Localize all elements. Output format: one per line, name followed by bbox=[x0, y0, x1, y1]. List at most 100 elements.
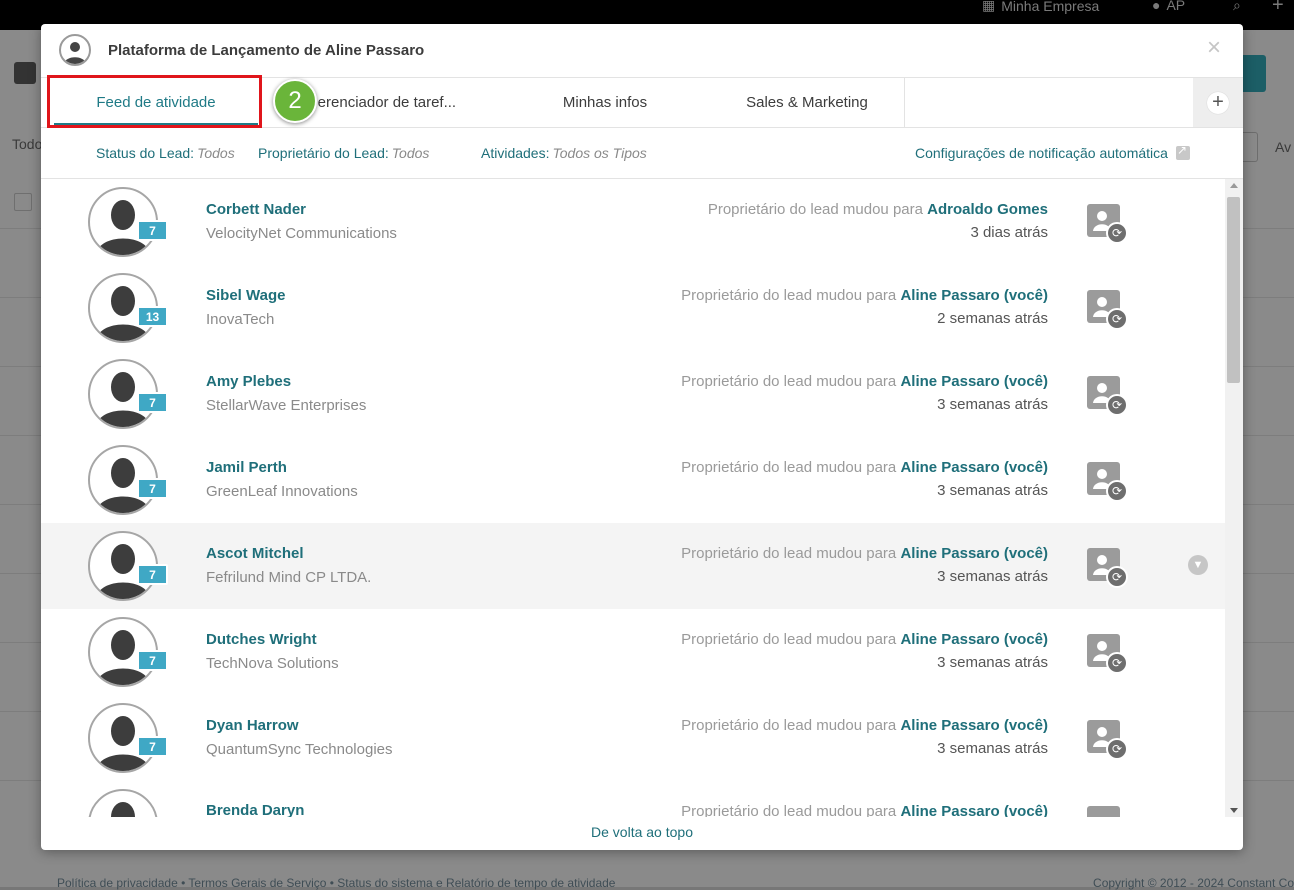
owner-link[interactable]: Aline Passaro (você) bbox=[900, 287, 1048, 304]
activity-count-badge: 7 bbox=[137, 564, 168, 585]
modal-title: Plataforma de Lançamento de Aline Passar… bbox=[108, 42, 425, 59]
owner-link[interactable]: Aline Passaro (você) bbox=[900, 373, 1048, 390]
company-menu[interactable]: ▦ Minha Empresa bbox=[982, 0, 1099, 14]
feed-item[interactable]: 7 Corbett Nader VelocityNet Communicatio… bbox=[41, 179, 1225, 265]
owner-change-icon: ⟳ bbox=[1087, 290, 1128, 330]
tab-sales-marketing[interactable]: Sales & Marketing bbox=[727, 78, 887, 127]
activity-text: Proprietário do lead mudou para bbox=[681, 717, 897, 734]
lead-company: Fefrilund Mind CP LTDA. bbox=[206, 569, 372, 586]
feed-item[interactable]: Brenda Daryn Proprietário do lead mudou … bbox=[41, 781, 1225, 817]
tab-task-manager[interactable]: Gerenciador de taref... bbox=[306, 78, 476, 127]
tab-my-info[interactable]: Minhas infos bbox=[525, 78, 685, 127]
lead-name-link[interactable]: Amy Plebes bbox=[206, 373, 291, 390]
back-to-top-link[interactable]: De volta ao topo bbox=[41, 824, 1243, 840]
filter-lead-status[interactable]: Status do Lead: Todos bbox=[96, 145, 235, 161]
footer-copyright: Copyright © 2012 - 2024 Constant Co bbox=[1093, 876, 1294, 890]
user-initials: AP bbox=[1166, 0, 1186, 13]
owner-link[interactable]: Adroaldo Gomes bbox=[927, 201, 1048, 218]
app-footer: Política de privacidade • Termos Gerais … bbox=[0, 870, 1294, 890]
scroll-up-arrow-icon[interactable] bbox=[1230, 183, 1238, 188]
lead-name-link[interactable]: Dyan Harrow bbox=[206, 717, 299, 734]
activity-text: Proprietário do lead mudou para bbox=[707, 201, 923, 218]
feed-item[interactable]: 7 Jamil Perth GreenLeaf Innovations Prop… bbox=[41, 437, 1225, 523]
activity-text: Proprietário do lead mudou para bbox=[681, 287, 897, 304]
scroll-thumb[interactable] bbox=[1227, 197, 1240, 383]
user-avatar-icon bbox=[59, 34, 91, 66]
notification-settings-label: Configurações de notificação automática bbox=[915, 145, 1168, 161]
activity-time: 2 semanas atrás bbox=[937, 310, 1048, 327]
activity-time: 3 semanas atrás bbox=[937, 568, 1048, 585]
owner-link[interactable]: Aline Passaro (você) bbox=[900, 803, 1048, 817]
bg-select-all-checkbox[interactable] bbox=[14, 193, 32, 211]
owner-link[interactable]: Aline Passaro (você) bbox=[900, 717, 1048, 734]
owner-link[interactable]: Aline Passaro (você) bbox=[900, 631, 1048, 648]
filter-key: Atividades: bbox=[481, 145, 550, 161]
activity-time: 3 dias atrás bbox=[970, 224, 1048, 241]
filter-value: Todos bbox=[391, 145, 430, 161]
activity-feed-list: 7 Corbett Nader VelocityNet Communicatio… bbox=[41, 179, 1225, 817]
activity-text: Proprietário do lead mudou para bbox=[681, 459, 897, 476]
filter-lead-owner[interactable]: Proprietário do Lead: Todos bbox=[258, 145, 429, 161]
filter-value: Todos bbox=[197, 145, 235, 161]
feed-item[interactable]: 7 Dutches Wright TechNova Solutions Prop… bbox=[41, 609, 1225, 695]
lead-name-link[interactable]: Jamil Perth bbox=[206, 459, 287, 476]
sync-icon: ⟳ bbox=[1106, 308, 1128, 330]
external-link-icon bbox=[1175, 143, 1190, 160]
close-icon[interactable]: × bbox=[1207, 36, 1221, 60]
tutorial-highlight-box bbox=[47, 75, 262, 128]
activity-time: 3 semanas atrás bbox=[937, 396, 1048, 413]
feed-scrollbar[interactable] bbox=[1225, 179, 1243, 817]
search-icon[interactable]: ⌕ bbox=[1233, 0, 1241, 14]
filter-activities[interactable]: Atividades: Todos os Tipos bbox=[481, 145, 647, 161]
lead-name-link[interactable]: Ascot Mitchel bbox=[206, 545, 304, 562]
activity-text: Proprietário do lead mudou para bbox=[681, 803, 897, 817]
filter-key: Status do Lead: bbox=[96, 145, 195, 161]
feed-item[interactable]: 7 Dyan Harrow QuantumSync Technologies P… bbox=[41, 695, 1225, 781]
lead-company: GreenLeaf Innovations bbox=[206, 483, 358, 500]
launchpad-modal: Plataforma de Lançamento de Aline Passar… bbox=[41, 24, 1243, 850]
lead-name-link[interactable]: Brenda Daryn bbox=[206, 802, 304, 817]
activity-count-badge: 7 bbox=[137, 392, 168, 413]
feed-item[interactable]: 13 Sibel Wage InovaTech Proprietário do … bbox=[41, 265, 1225, 351]
filter-key: Proprietário do Lead: bbox=[258, 145, 389, 161]
company-label: Minha Empresa bbox=[1001, 0, 1100, 14]
owner-change-icon: ⟳ bbox=[1087, 720, 1128, 760]
bg-input[interactable] bbox=[1243, 132, 1258, 162]
lead-name-link[interactable]: Dutches Wright bbox=[206, 631, 317, 648]
lead-name-link[interactable]: Corbett Nader bbox=[206, 201, 306, 218]
step-number-badge: 2 bbox=[273, 79, 317, 123]
sync-icon: ⟳ bbox=[1106, 480, 1128, 502]
activity-message: Proprietário do lead mudou para Aline Pa… bbox=[681, 717, 1048, 734]
add-tab-button[interactable]: + bbox=[1193, 78, 1243, 127]
lead-avatar bbox=[88, 789, 158, 817]
feed-item[interactable]: 7 Amy Plebes StellarWave Enterprises Pro… bbox=[41, 351, 1225, 437]
sync-icon: ⟳ bbox=[1106, 222, 1128, 244]
owner-change-icon: ⟳ bbox=[1087, 634, 1128, 674]
activity-count-badge: 7 bbox=[137, 220, 168, 241]
sync-icon: ⟳ bbox=[1106, 738, 1128, 760]
sync-icon: ⟳ bbox=[1106, 566, 1128, 588]
scroll-down-arrow-icon[interactable] bbox=[1230, 808, 1238, 813]
owner-link[interactable]: Aline Passaro (você) bbox=[900, 545, 1048, 562]
building-icon: ▦ bbox=[982, 0, 996, 13]
lead-company: VelocityNet Communications bbox=[206, 225, 397, 242]
owner-link[interactable]: Aline Passaro (você) bbox=[900, 459, 1048, 476]
tab-divider bbox=[904, 78, 905, 127]
activity-count-badge: 7 bbox=[137, 478, 168, 499]
contact-card-icon bbox=[14, 62, 36, 84]
activity-count-badge: 13 bbox=[137, 306, 168, 327]
footer-links[interactable]: Política de privacidade • Termos Gerais … bbox=[57, 876, 615, 890]
activity-message: Proprietário do lead mudou para Aline Pa… bbox=[681, 545, 1048, 562]
lead-name-link[interactable]: Sibel Wage bbox=[206, 287, 285, 304]
notification-settings-link[interactable]: Configurações de notificação automática bbox=[915, 143, 1190, 161]
feed-item[interactable]: 7 Ascot Mitchel Fefrilund Mind CP LTDA. … bbox=[41, 523, 1225, 609]
owner-change-icon: ⟳ bbox=[1087, 376, 1128, 416]
lead-company: TechNova Solutions bbox=[206, 655, 339, 672]
activity-message: Proprietário do lead mudou para Aline Pa… bbox=[681, 287, 1048, 304]
activity-message: Proprietário do lead mudou para Aline Pa… bbox=[681, 459, 1048, 476]
user-menu[interactable]: ● AP bbox=[1152, 0, 1185, 13]
plus-icon[interactable]: + bbox=[1272, 0, 1284, 17]
sync-icon: ⟳ bbox=[1106, 394, 1128, 416]
pin-icon[interactable]: ▼ bbox=[1188, 555, 1208, 575]
owner-change-icon bbox=[1087, 806, 1120, 817]
